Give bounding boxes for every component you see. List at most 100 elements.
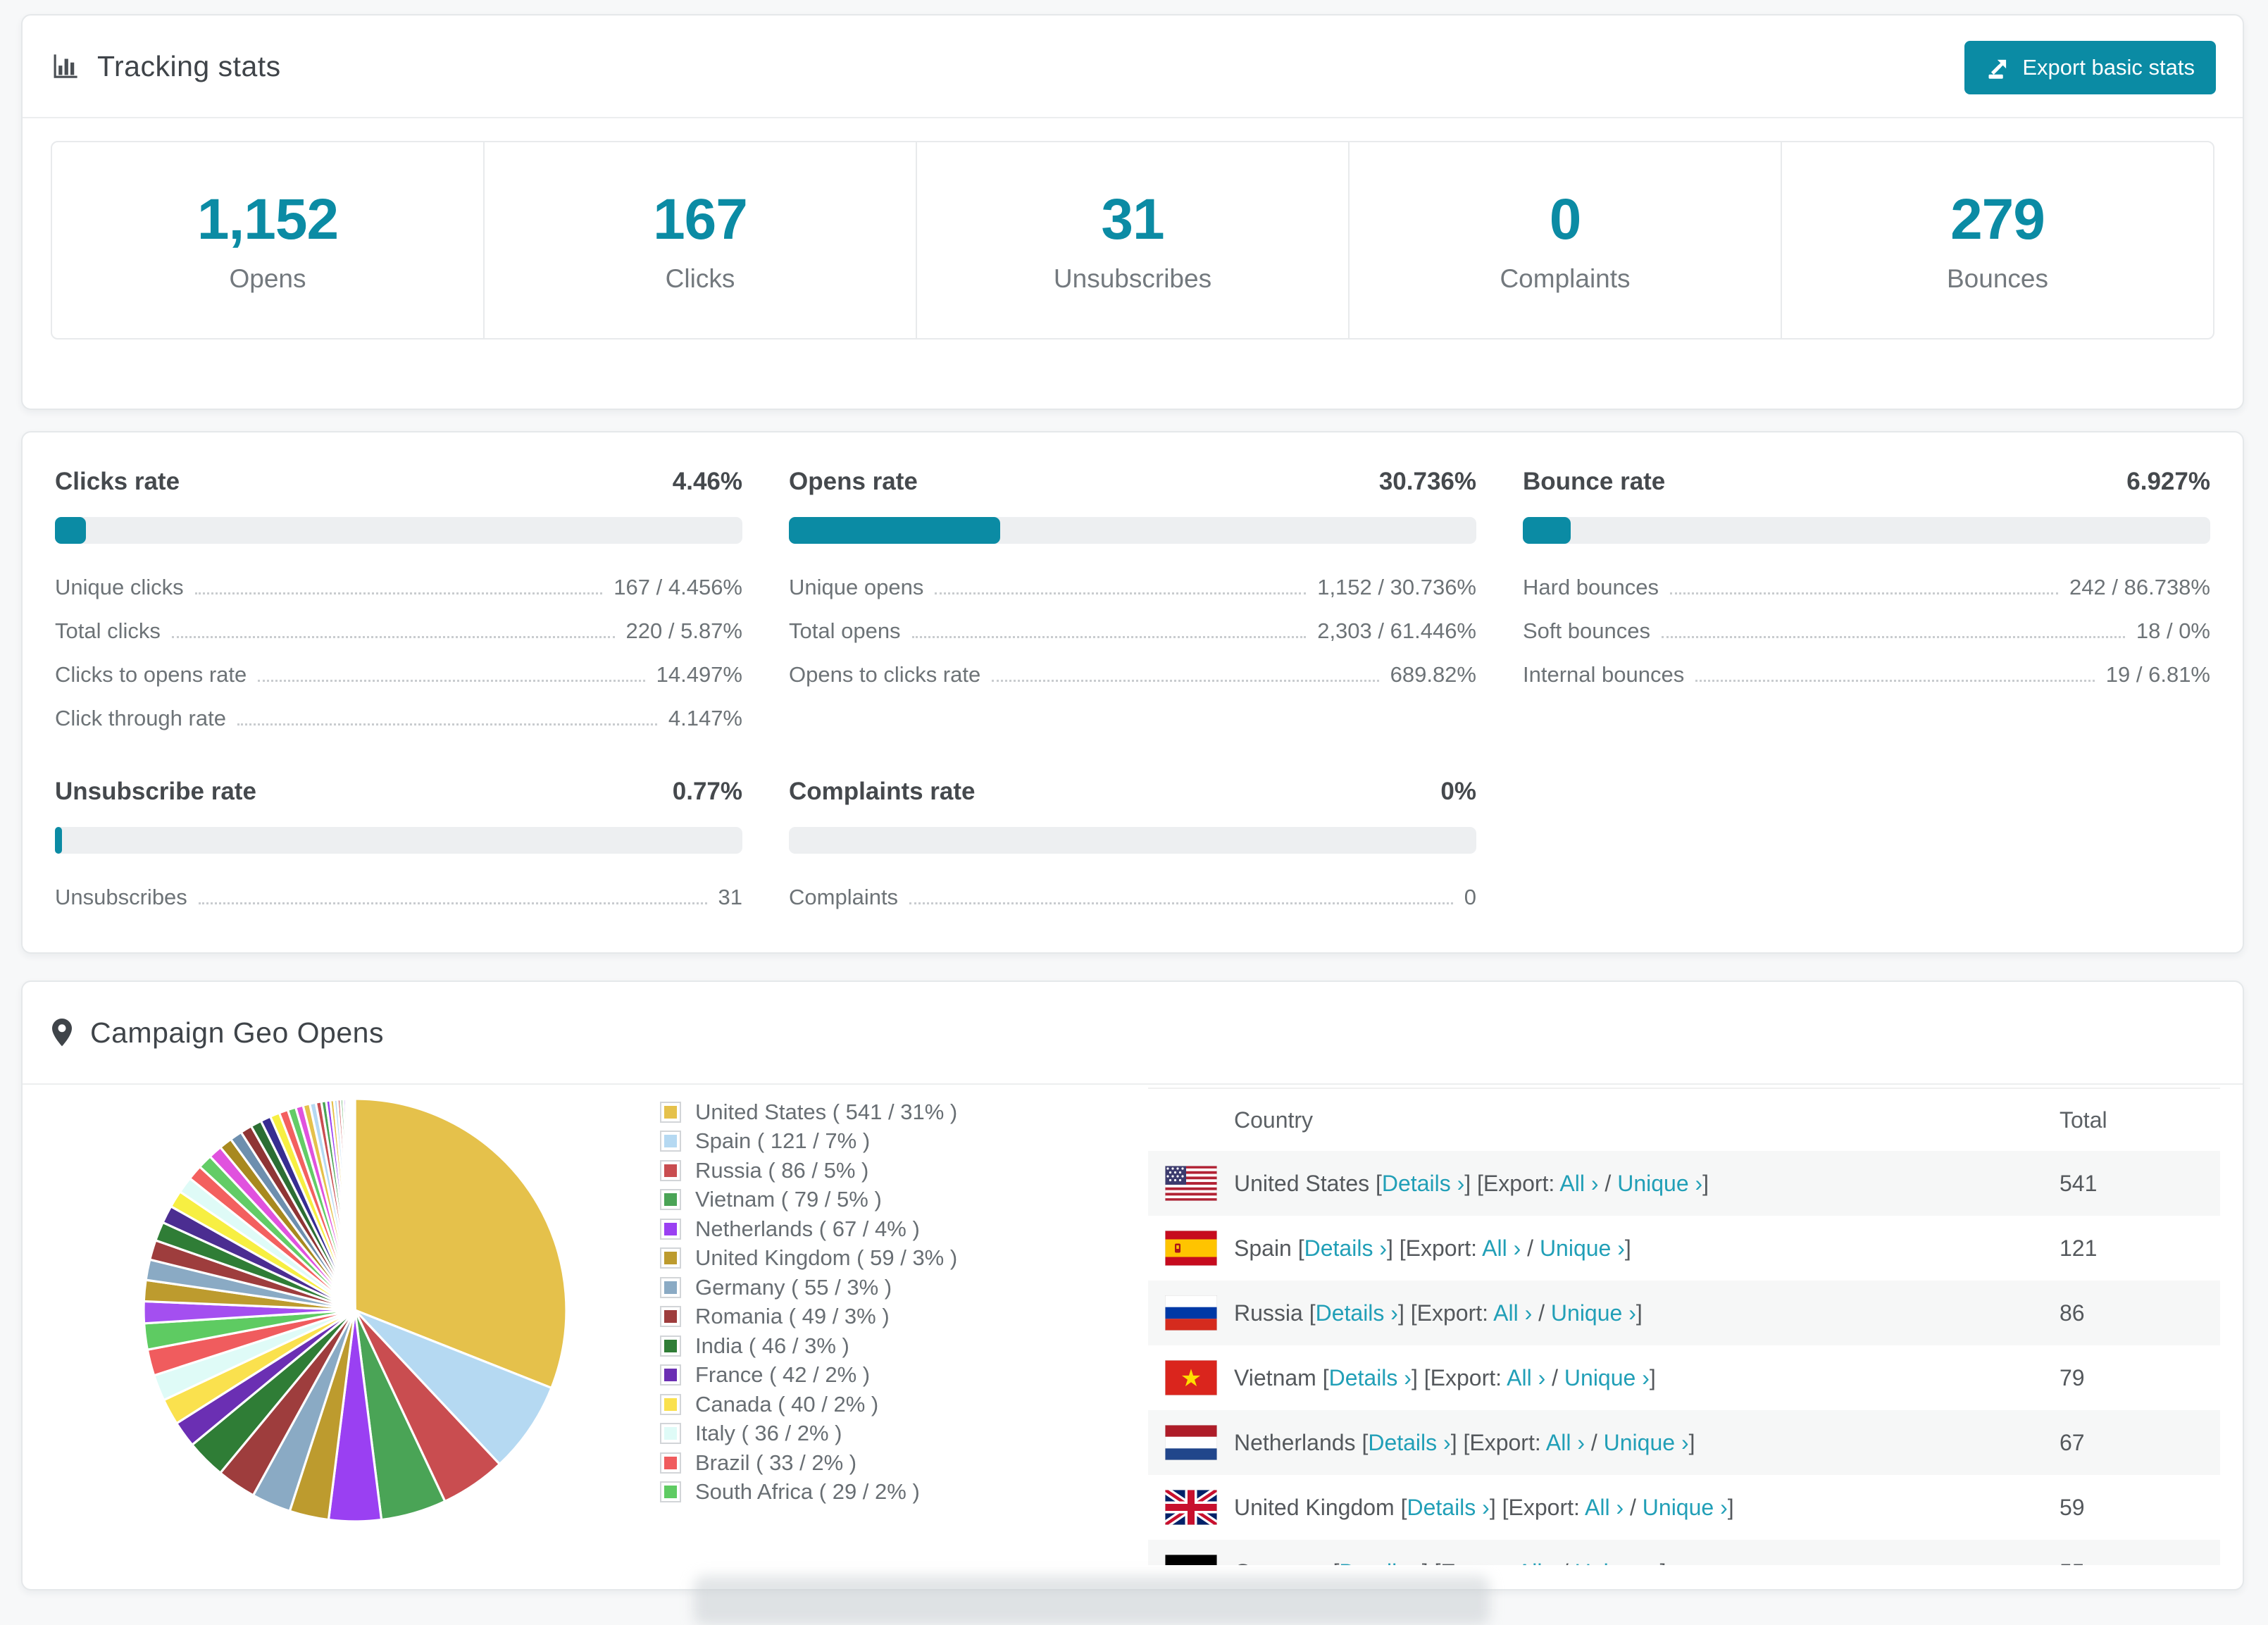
metric-leader — [909, 902, 1453, 904]
de-flag-icon — [1165, 1555, 1217, 1565]
rate-value: 4.46% — [673, 468, 742, 496]
progress-bar — [789, 517, 1476, 544]
export-basic-stats-button[interactable]: Export basic stats — [1964, 41, 2216, 94]
legend-item[interactable]: Vietnam ( 79 / 5% ) — [660, 1185, 957, 1215]
metric-value: 14.497% — [656, 662, 742, 687]
rate-block: Clicks rate 4.46% Unique clicks 167 / 4.456… — [55, 468, 742, 731]
details-link[interactable]: Details › — [1339, 1559, 1421, 1566]
legend-item[interactable]: Spain ( 121 / 7% ) — [660, 1127, 957, 1157]
legend-item[interactable]: Italy ( 36 / 2% ) — [660, 1419, 957, 1449]
stats-row: 1,152Opens167Clicks31Unsubscribes0Compla… — [51, 141, 2214, 340]
legend-item[interactable]: United States ( 541 / 31% ) — [660, 1097, 957, 1127]
page-title: Tracking stats — [97, 50, 281, 83]
stat-value: 31 — [1101, 187, 1164, 253]
metric-value: 1,152 / 30.736% — [1317, 575, 1476, 600]
legend-label: India ( 46 / 3% ) — [695, 1333, 849, 1359]
metric-label: Unique clicks — [55, 575, 184, 600]
metric-label: Unique opens — [789, 575, 923, 600]
legend-swatch — [660, 1481, 681, 1502]
export-unique-link[interactable]: Unique › — [1575, 1559, 1660, 1566]
background-overlay — [694, 1576, 1490, 1625]
metric-leader — [992, 680, 1378, 682]
legend-item[interactable]: France ( 42 / 2% ) — [660, 1361, 957, 1390]
export-unique-link[interactable]: Unique › — [1540, 1235, 1625, 1261]
export-all-link[interactable]: All › — [1559, 1171, 1598, 1196]
legend-item[interactable]: Brazil ( 33 / 2% ) — [660, 1448, 957, 1478]
metric-value: 167 / 4.456% — [613, 575, 742, 600]
metric-row: Total opens2,303 / 61.446% — [789, 618, 1476, 644]
table-header-row: Country Total — [1148, 1089, 2220, 1151]
legend-label: Germany ( 55 / 3% ) — [695, 1275, 892, 1300]
details-link[interactable]: Details › — [1316, 1300, 1398, 1326]
legend-label: United Kingdom ( 59 / 3% ) — [695, 1245, 957, 1271]
metric-row: Soft bounces18 / 0% — [1523, 618, 2210, 644]
export-all-link[interactable]: All › — [1507, 1365, 1545, 1390]
export-all-link[interactable]: All › — [1493, 1300, 1532, 1326]
metric-leader — [1695, 680, 2095, 682]
details-link[interactable]: Details › — [1382, 1171, 1464, 1196]
legend-item[interactable]: Canada ( 40 / 2% ) — [660, 1390, 957, 1419]
export-unique-link[interactable]: Unique › — [1551, 1300, 1636, 1326]
export-button-label: Export basic stats — [2022, 55, 2195, 80]
details-link[interactable]: Details › — [1304, 1235, 1387, 1261]
export-unique-link[interactable]: Unique › — [1617, 1171, 1702, 1196]
rate-title: Opens rate — [789, 468, 918, 496]
legend-swatch — [660, 1219, 681, 1240]
stat-label: Clicks — [666, 264, 735, 294]
metric-label: Total opens — [789, 618, 901, 644]
progress-fill — [789, 517, 1000, 544]
geo-opens-pie-chart[interactable] — [137, 1092, 573, 1529]
metric-row: Unsubscribes 31 — [55, 885, 742, 910]
stat-label: Complaints — [1500, 264, 1630, 294]
rate-block: Opens rate30.736%Unique opens1,152 / 30.… — [789, 468, 1476, 731]
metric-value: 18 / 0% — [2136, 618, 2210, 644]
rates-grid: Clicks rate 4.46% Unique clicks 167 / 4.456… — [23, 432, 2243, 945]
progress-bar — [55, 827, 742, 854]
metric-row: Unique clicks 167 / 4.456% — [55, 575, 742, 600]
metric-leader — [1670, 592, 2058, 594]
metric-leader — [1662, 636, 2125, 638]
country-cell: Russia [Details ›] [Export: All › / Uniq… — [1217, 1300, 2060, 1326]
export-all-link[interactable]: All › — [1517, 1559, 1556, 1566]
export-unique-link[interactable]: Unique › — [1643, 1495, 1728, 1520]
metric-value: 0 — [1464, 885, 1476, 910]
rate-title: Unsubscribe rate — [55, 778, 256, 806]
legend-item[interactable]: Romania ( 49 / 3% ) — [660, 1302, 957, 1332]
stat-cell: 167Clicks — [483, 142, 916, 338]
legend-label: Brazil ( 33 / 2% ) — [695, 1450, 856, 1476]
export-all-link[interactable]: All › — [1585, 1495, 1624, 1520]
rate-value: 0% — [1440, 778, 1476, 806]
metric-value: 19 / 6.81% — [2106, 662, 2210, 687]
rate-value: 0.77% — [673, 778, 742, 806]
legend-item[interactable]: Netherlands ( 67 / 4% ) — [660, 1214, 957, 1244]
export-all-link[interactable]: All › — [1546, 1430, 1585, 1455]
country-name: Germany — [1234, 1559, 1333, 1566]
details-link[interactable]: Details › — [1368, 1430, 1450, 1455]
rate-title: Clicks rate — [55, 468, 180, 496]
progress-bar — [1523, 517, 2210, 544]
stat-cell: 31Unsubscribes — [916, 142, 1348, 338]
legend-label: Vietnam ( 79 / 5% ) — [695, 1187, 882, 1212]
bar-chart-icon — [51, 51, 80, 81]
legend-swatch — [660, 1160, 681, 1181]
legend-item[interactable]: Russia ( 86 / 5% ) — [660, 1156, 957, 1185]
legend-item[interactable]: India ( 46 / 3% ) — [660, 1331, 957, 1361]
country-cell: Spain [Details ›] [Export: All › / Uniqu… — [1217, 1235, 2060, 1262]
metric-row: Clicks to opens rate14.497% — [55, 662, 742, 687]
legend-swatch — [660, 1336, 681, 1357]
metric-leader — [195, 592, 603, 594]
export-unique-link[interactable]: Unique › — [1604, 1430, 1689, 1455]
rates-card: Clicks rate 4.46% Unique clicks 167 / 4.456… — [21, 431, 2244, 954]
metric-label: Unsubscribes — [55, 885, 187, 910]
legend-item[interactable]: Germany ( 55 / 3% ) — [660, 1273, 957, 1302]
total-value: 79 — [2060, 1365, 2220, 1391]
details-link[interactable]: Details › — [1329, 1365, 1412, 1390]
legend-item[interactable]: United Kingdom ( 59 / 3% ) — [660, 1244, 957, 1274]
export-unique-link[interactable]: Unique › — [1564, 1365, 1650, 1390]
metric-value: 31 — [718, 885, 742, 910]
export-all-link[interactable]: All › — [1482, 1235, 1521, 1261]
table-row: United States [Details ›] [Export: All ›… — [1148, 1151, 2220, 1216]
legend-swatch — [660, 1102, 681, 1123]
legend-item[interactable]: South Africa ( 29 / 2% ) — [660, 1478, 957, 1507]
details-link[interactable]: Details › — [1407, 1495, 1489, 1520]
